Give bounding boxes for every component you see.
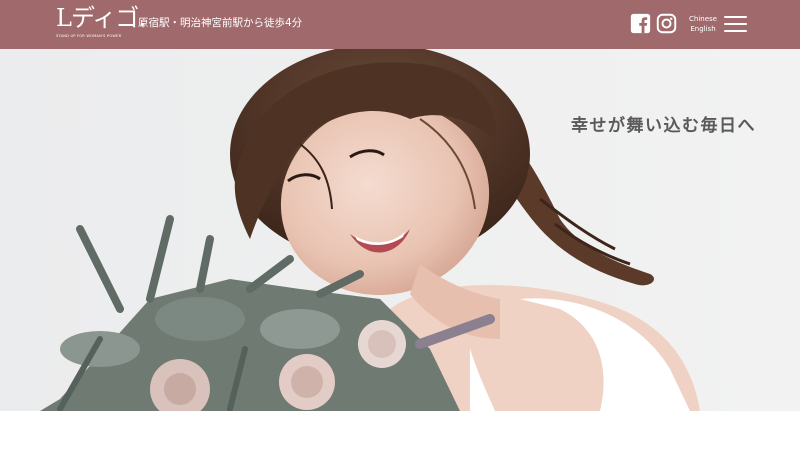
language-english-link[interactable]: English	[689, 24, 717, 34]
hero-section: 幸せが舞い込む毎日へ	[0, 49, 800, 411]
hero-photo	[0, 49, 800, 411]
facebook-icon[interactable]	[630, 13, 651, 34]
instagram-icon[interactable]	[656, 13, 677, 34]
logo-tagline: STAND UP FOR WOMAN'S POWER	[56, 34, 122, 38]
logo-mark: Lディゴ.	[56, 4, 146, 32]
hero-tagline: 幸せが舞い込む毎日へ	[571, 116, 756, 136]
access-info: 原宿駅・明治神宮前駅から徒歩4分	[138, 17, 303, 29]
site-logo[interactable]: Lディゴ. STAND UP FOR WOMAN'S POWER	[56, 4, 146, 41]
language-switcher: Chinese English	[689, 14, 717, 34]
hamburger-menu-icon[interactable]	[724, 14, 747, 34]
content-area	[0, 411, 800, 450]
site-header: Lディゴ. STAND UP FOR WOMAN'S POWER 原宿駅・明治神…	[0, 0, 800, 49]
language-chinese-link[interactable]: Chinese	[689, 14, 717, 24]
